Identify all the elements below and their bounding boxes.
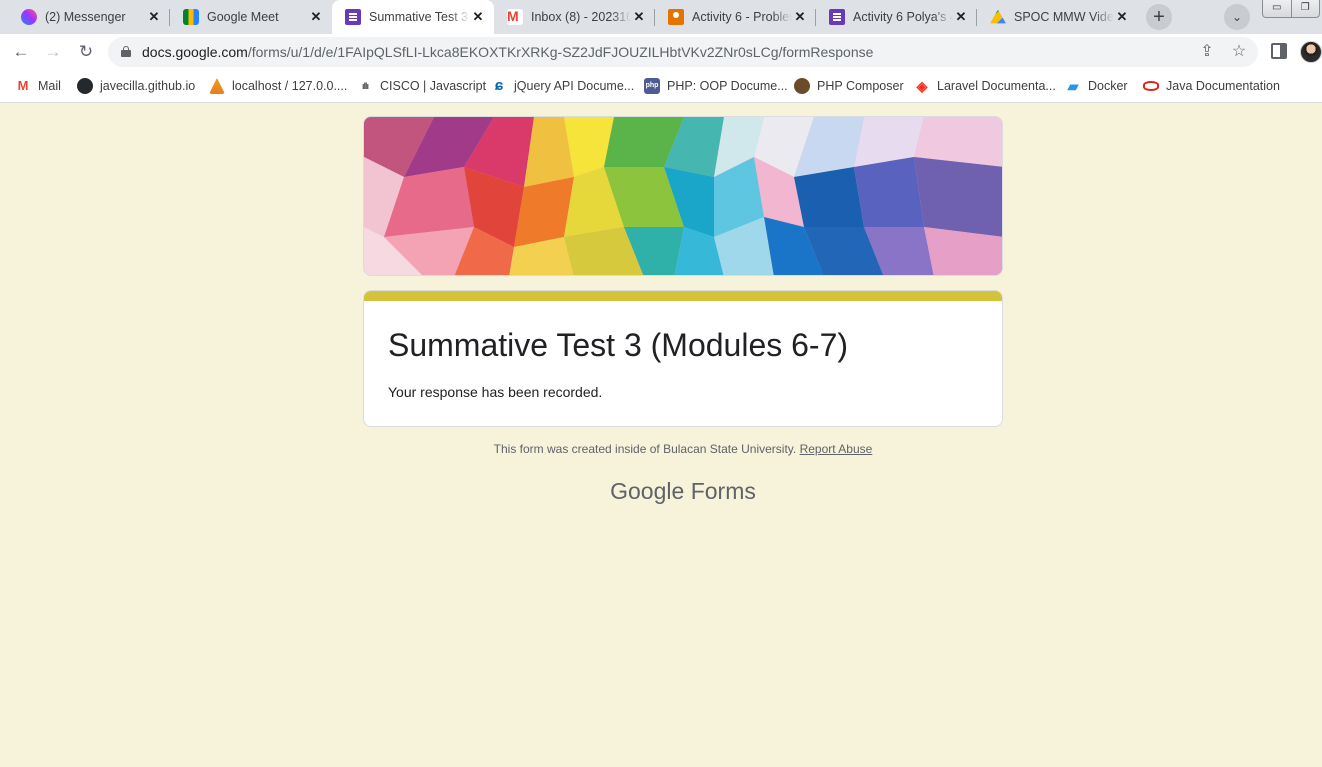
close-icon[interactable]: ✕ (470, 9, 486, 25)
logo-google-text: Google (610, 478, 685, 504)
github-icon (77, 78, 93, 94)
form-header-image (363, 116, 1003, 276)
bookmark-label: Mail (38, 79, 61, 93)
url-path: /forms/u/1/d/e/1FAIpQLSfLI-Lkca8EKOXTKrX… (247, 44, 874, 60)
bookmark-laravel[interactable]: ◈ Laravel Documenta... (914, 76, 1056, 96)
reload-button[interactable]: ↻ (73, 39, 99, 65)
side-panel-icon[interactable] (1271, 43, 1287, 59)
laravel-icon: ◈ (916, 78, 928, 94)
logo-forms-text: Forms (690, 478, 756, 504)
confirmation-message: Your response has been recorded. (388, 384, 603, 400)
bookmarks-bar: M Mail javecilla.github.io localhost / 1… (0, 70, 1322, 103)
google-drive-icon (990, 9, 1006, 24)
tab-summative-test[interactable]: Summative Test 3 (Modules 6-7) ✕ (332, 0, 494, 34)
tab-strip: (2) Messenger ✕ Google Meet ✕ Summative … (0, 0, 1322, 34)
tab-title: Activity 6 Polya's 4 (853, 10, 953, 24)
tab-search-button[interactable]: ⌄ (1224, 4, 1250, 30)
bookmark-label: Java Documentation (1166, 79, 1280, 93)
bookmark-jquery[interactable]: ɕ jQuery API Docume... (491, 76, 634, 96)
url-text[interactable]: docs.google.com/forms/u/1/d/e/1FAIpQLSfL… (142, 44, 873, 60)
google-forms-icon (829, 9, 845, 25)
gmail-icon (507, 8, 523, 25)
toolbar: ← → ↻ docs.google.com/forms/u/1/d/e/1FAI… (0, 34, 1322, 70)
tab-inbox[interactable]: Inbox (8) - 20231014 ✕ (494, 0, 655, 34)
phpmyadmin-icon (209, 78, 225, 94)
bookmark-label: PHP Composer (817, 79, 904, 93)
footer-note-text: This form was created inside of Bulacan … (493, 442, 797, 456)
close-icon[interactable]: ✕ (953, 9, 969, 25)
bookmark-label: PHP: OOP Docume... (667, 79, 788, 93)
tab-title: SPOC MMW Videos (1014, 10, 1114, 24)
tab-activity-6[interactable]: Activity 6 - Problem Solving ✕ (655, 0, 816, 34)
google-meet-icon (183, 9, 199, 25)
footer-note: This form was created inside of Bulacan … (0, 442, 1322, 456)
composer-icon (794, 78, 810, 94)
window-controls: ▭ ❐ (1262, 0, 1320, 18)
jquery-icon: ɕ (494, 77, 504, 94)
bookmark-label: Laravel Documenta... (937, 79, 1056, 93)
messenger-icon (21, 9, 37, 25)
bookmark-label: localhost / 127.0.0.... (232, 79, 348, 93)
url-host: docs.google.com (142, 44, 248, 60)
docker-icon: ▰ (1067, 78, 1079, 94)
tab-title: Inbox (8) - 20231014 (531, 10, 631, 24)
bookmark-label: jQuery API Docume... (514, 79, 635, 93)
bookmark-label: javecilla.github.io (100, 79, 196, 93)
gmail-icon: M (17, 78, 29, 93)
forward-button[interactable]: → (40, 39, 66, 65)
form-title: Summative Test 3 (Modules 6-7) (388, 327, 849, 363)
tab-activity-6-polya[interactable]: Activity 6 Polya's 4 ✕ (816, 0, 977, 34)
back-button[interactable]: ← (8, 39, 34, 65)
bookmark-composer[interactable]: PHP Composer (794, 76, 904, 96)
google-forms-logo[interactable]: Google Forms (0, 478, 1322, 505)
card-accent-bar (364, 291, 1002, 301)
close-icon[interactable]: ✕ (631, 9, 647, 25)
bookmark-cisco[interactable]: ıllı CISCO | Javascript (357, 76, 486, 96)
share-icon[interactable]: ⇪ (1196, 41, 1218, 63)
php-icon: php (644, 78, 660, 94)
close-icon[interactable]: ✕ (1114, 9, 1130, 25)
tab-title: Summative Test 3 (Modules 6-7) (369, 10, 470, 24)
bookmark-label: CISCO | Javascript (380, 79, 487, 93)
bookmark-java[interactable]: Java Documentation (1143, 76, 1280, 96)
new-tab-button[interactable]: + (1146, 4, 1172, 30)
bookmark-php-oop[interactable]: php PHP: OOP Docume... (644, 76, 788, 96)
tab-spoc-mmw[interactable]: SPOC MMW Videos ✕ (977, 0, 1138, 34)
report-abuse-link[interactable]: Report Abuse (800, 442, 873, 456)
confirmation-card: Summative Test 3 (Modules 6-7) Your resp… (363, 290, 1003, 427)
bookmark-label: Docker (1088, 79, 1128, 93)
close-icon[interactable]: ✕ (792, 9, 808, 25)
cisco-icon: ıllı (361, 81, 369, 91)
lock-icon[interactable] (121, 46, 131, 57)
bookmark-github[interactable]: javecilla.github.io (77, 76, 195, 96)
address-bar[interactable]: docs.google.com/forms/u/1/d/e/1FAIpQLSfL… (108, 37, 1258, 67)
google-forms-icon (345, 9, 361, 25)
java-icon (1143, 81, 1159, 91)
tab-title: Activity 6 - Problem Solving (692, 10, 792, 24)
bookmark-docker[interactable]: ▰ Docker (1065, 76, 1128, 96)
bookmark-localhost[interactable]: localhost / 127.0.0.... (209, 76, 347, 96)
close-icon[interactable]: ✕ (308, 9, 324, 25)
tab-google-meet[interactable]: Google Meet ✕ (170, 0, 332, 34)
bookmark-star-icon[interactable]: ☆ (1228, 41, 1250, 63)
google-classroom-icon (668, 9, 684, 25)
close-icon[interactable]: ✕ (146, 9, 162, 25)
bookmark-mail[interactable]: M Mail (15, 76, 61, 96)
restore-button[interactable]: ❐ (1290, 0, 1320, 17)
form-page: Summative Test 3 (Modules 6-7) Your resp… (0, 103, 1322, 767)
tab-messenger[interactable]: (2) Messenger ✕ (8, 0, 170, 34)
minimize-button[interactable]: ▭ (1263, 0, 1291, 17)
tab-title: (2) Messenger (45, 10, 126, 24)
profile-avatar[interactable] (1300, 41, 1322, 63)
tab-title: Google Meet (207, 10, 279, 24)
